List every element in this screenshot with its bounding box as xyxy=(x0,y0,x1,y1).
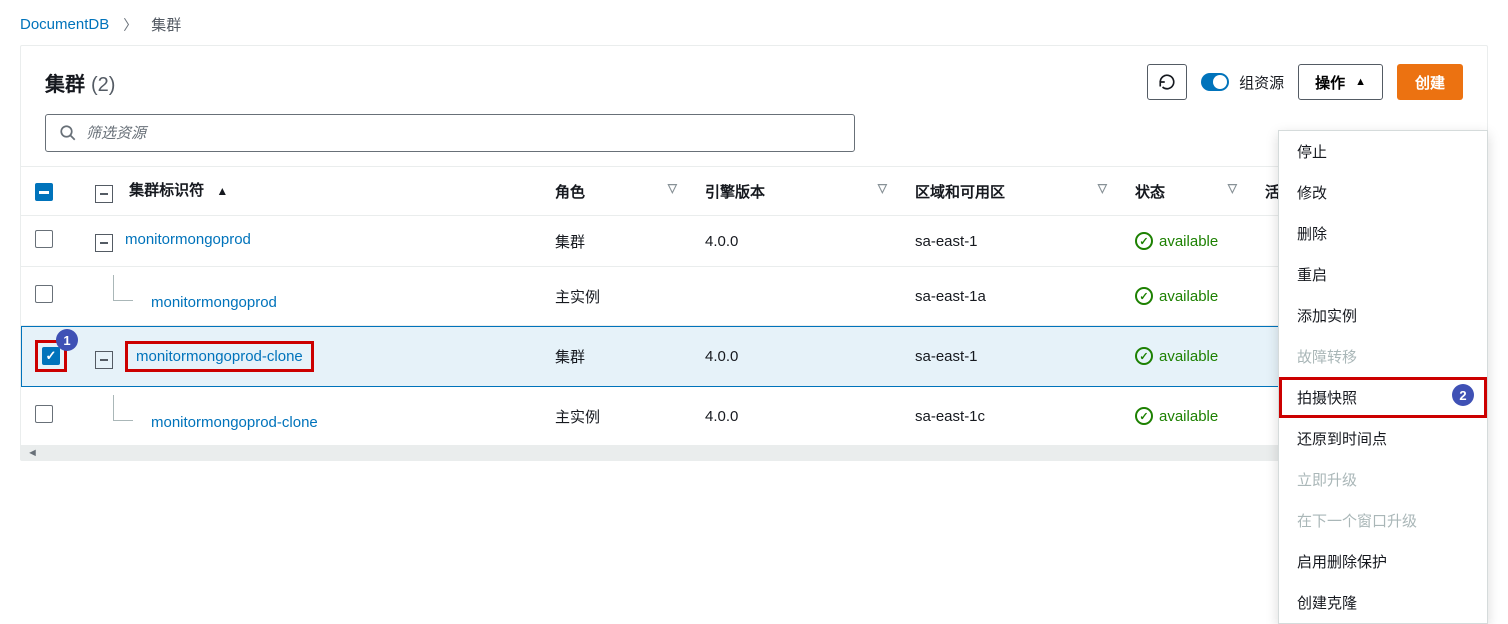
row-checkbox[interactable] xyxy=(35,230,53,248)
menu-item[interactable]: 添加实例 xyxy=(1279,295,1487,336)
row-checkbox[interactable] xyxy=(35,285,53,303)
toggle-label: 组资源 xyxy=(1239,72,1284,93)
table-row[interactable]: monitormongoprod 集群4.0.0sa-east-1 availabl… xyxy=(21,216,1487,267)
title-count: (2) xyxy=(91,74,115,97)
table-wrapper: 集群标识符 ▲ 角色▽ 引擎版本▽ 区域和可用区▽ 状态▽ 活动 monitor… xyxy=(21,166,1487,460)
col-status: 状态 xyxy=(1135,184,1165,201)
menu-item: 立即升级 xyxy=(1279,459,1487,500)
filter-icon[interactable]: ▽ xyxy=(1228,181,1237,195)
cluster-link[interactable]: monitormongoprod-clone xyxy=(151,414,318,431)
menu-item[interactable]: 启用删除保护 xyxy=(1279,541,1487,582)
clusters-table: 集群标识符 ▲ 角色▽ 引擎版本▽ 区域和可用区▽ 状态▽ 活动 monitor… xyxy=(21,167,1487,446)
breadcrumb-root[interactable]: DocumentDB xyxy=(20,16,109,33)
callout-highlight: 1 xyxy=(35,340,67,372)
col-region: 区域和可用区 xyxy=(915,184,1005,201)
cell-region: sa-east-1c xyxy=(901,387,1121,446)
actions-button[interactable]: 操作 ▲ xyxy=(1298,64,1383,100)
status-text: available xyxy=(1159,408,1218,425)
menu-item[interactable]: 创建克隆 xyxy=(1279,582,1487,623)
menu-item[interactable]: 停止 xyxy=(1279,131,1487,172)
collapse-all-button[interactable] xyxy=(95,185,113,203)
row-checkbox[interactable] xyxy=(42,347,60,365)
status-badge: available xyxy=(1135,407,1237,425)
tree-line-icon xyxy=(113,395,133,421)
cell-region: sa-east-1 xyxy=(901,326,1121,387)
collapse-row-button[interactable] xyxy=(95,234,113,252)
create-button[interactable]: 创建 xyxy=(1397,64,1463,100)
menu-item[interactable]: 删除 xyxy=(1279,213,1487,254)
status-text: available xyxy=(1159,233,1218,250)
toggle-icon xyxy=(1201,73,1229,91)
check-circle-icon xyxy=(1135,407,1153,425)
menu-item: 故障转移 xyxy=(1279,336,1487,377)
cluster-link[interactable]: monitormongoprod-clone xyxy=(136,348,303,365)
table-row[interactable]: monitormongoprod 主实例 sa-east-1a available xyxy=(21,267,1487,326)
refresh-icon xyxy=(1158,73,1176,91)
title-text: 集群 xyxy=(45,68,85,97)
check-circle-icon xyxy=(1135,347,1153,365)
cell-engine xyxy=(691,267,901,326)
cell-engine: 4.0.0 xyxy=(691,326,901,387)
collapse-row-button[interactable] xyxy=(95,351,113,369)
scroll-left-icon: ◄ xyxy=(27,447,38,459)
tree-line-icon xyxy=(113,275,133,301)
menu-item[interactable]: 还原到时间点 xyxy=(1279,418,1487,459)
filter-icon[interactable]: ▽ xyxy=(1098,181,1107,195)
callout-badge: 1 xyxy=(56,329,78,351)
chevron-right-icon: 〉 xyxy=(123,15,137,35)
horizontal-scrollbar[interactable]: ◄ ► xyxy=(21,446,1487,460)
filter-icon[interactable]: ▽ xyxy=(878,181,887,195)
panel-header: 集群 (2) 组资源 操作 ▲ 创建 xyxy=(21,46,1487,114)
menu-item[interactable]: 修改 xyxy=(1279,172,1487,213)
refresh-button[interactable] xyxy=(1147,64,1187,100)
cell-role: 集群 xyxy=(541,216,691,267)
sort-asc-icon[interactable]: ▲ xyxy=(216,184,228,198)
check-circle-icon xyxy=(1135,232,1153,250)
table-row[interactable]: monitormongoprod-clone 主实例4.0.0sa-east-1c… xyxy=(21,387,1487,446)
header-actions: 组资源 操作 ▲ 创建 xyxy=(1147,64,1463,100)
search-input[interactable] xyxy=(45,114,855,152)
cell-region: sa-east-1 xyxy=(901,216,1121,267)
filter-icon[interactable]: ▽ xyxy=(668,181,677,195)
menu-item: 在下一个窗口升级 xyxy=(1279,500,1487,541)
cell-engine: 4.0.0 xyxy=(691,216,901,267)
status-badge: available xyxy=(1135,287,1237,305)
cluster-link[interactable]: monitormongoprod xyxy=(125,231,251,248)
table-row[interactable]: 1 monitormongoprod-clone 集群4.0.0sa-east-1 a… xyxy=(21,326,1487,387)
clusters-panel: 集群 (2) 组资源 操作 ▲ 创建 xyxy=(20,45,1488,461)
cell-role: 主实例 xyxy=(541,267,691,326)
row-checkbox[interactable] xyxy=(35,405,53,423)
menu-item[interactable]: 重启 xyxy=(1279,254,1487,295)
cell-role: 主实例 xyxy=(541,387,691,446)
cell-engine: 4.0.0 xyxy=(691,387,901,446)
check-circle-icon xyxy=(1135,287,1153,305)
cluster-link[interactable]: monitormongoprod xyxy=(151,294,277,311)
col-engine: 引擎版本 xyxy=(705,184,765,201)
breadcrumb: DocumentDB 〉 集群 xyxy=(0,0,1508,45)
search-row xyxy=(21,114,1487,166)
group-resources-toggle[interactable]: 组资源 xyxy=(1201,72,1284,93)
cell-role: 集群 xyxy=(541,326,691,387)
page-title: 集群 (2) xyxy=(45,68,115,97)
triangle-up-icon: ▲ xyxy=(1355,76,1366,88)
actions-dropdown: 停止修改删除重启添加实例故障转移拍摄快照2还原到时间点立即升级在下一个窗口升级启… xyxy=(1278,130,1488,624)
breadcrumb-current: 集群 xyxy=(151,14,181,35)
status-text: available xyxy=(1159,348,1218,365)
col-role: 角色 xyxy=(555,184,585,201)
callout-highlight: monitormongoprod-clone xyxy=(125,341,314,372)
callout-badge: 2 xyxy=(1452,384,1474,406)
search-icon xyxy=(59,124,77,145)
cell-region: sa-east-1a xyxy=(901,267,1121,326)
menu-item[interactable]: 拍摄快照2 xyxy=(1279,377,1487,418)
status-badge: available xyxy=(1135,232,1237,250)
status-text: available xyxy=(1159,288,1218,305)
status-badge: available xyxy=(1135,347,1237,365)
actions-label: 操作 xyxy=(1315,72,1345,93)
col-identifier: 集群标识符 xyxy=(129,182,204,199)
select-all-checkbox[interactable] xyxy=(35,183,53,201)
